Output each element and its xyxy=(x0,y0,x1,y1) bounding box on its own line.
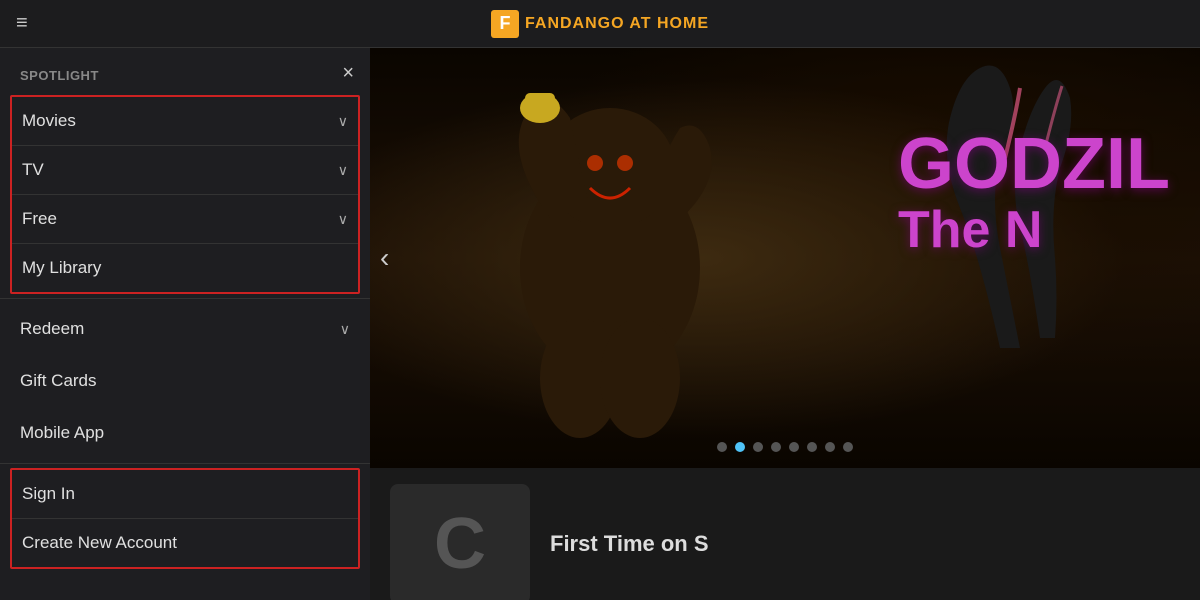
sidebar-item-create-account[interactable]: Create New Account xyxy=(12,518,358,567)
carousel-dots xyxy=(717,442,853,452)
sidebar-divider xyxy=(0,298,370,299)
sidebar: × Spotlight Movies ∨ TV ∨ Free ∨ My Libr… xyxy=(0,48,370,600)
auth-group: Sign In Create New Account xyxy=(10,468,360,569)
top-bar: ≡ F FANDANGO AT HOME xyxy=(0,0,1200,48)
carousel-dot-6[interactable] xyxy=(825,442,835,452)
content-area: GODZIL The N ‹ C First Time on S xyxy=(370,48,1200,600)
hamburger-icon[interactable]: ≡ xyxy=(16,12,28,35)
main-nav-group: Movies ∨ TV ∨ Free ∨ My Library xyxy=(10,95,360,294)
chevron-down-icon: ∨ xyxy=(338,162,348,179)
carousel-dot-2[interactable] xyxy=(753,442,763,452)
sidebar-item-my-library[interactable]: My Library xyxy=(12,243,358,292)
carousel-dot-1[interactable] xyxy=(735,442,745,452)
sidebar-item-movies[interactable]: Movies ∨ xyxy=(12,97,358,145)
hero-title-area: GODZIL The N xyxy=(898,128,1170,260)
carousel-dot-5[interactable] xyxy=(807,442,817,452)
hero-title-line1: GODZIL xyxy=(898,128,1170,200)
hero-title-line2: The N xyxy=(898,200,1170,260)
sidebar-item-gift-cards[interactable]: Gift Cards xyxy=(0,355,370,407)
carousel-dot-3[interactable] xyxy=(771,442,781,452)
main-area: × Spotlight Movies ∨ TV ∨ Free ∨ My Libr… xyxy=(0,48,1200,600)
sidebar-section-label: Spotlight xyxy=(0,48,370,91)
carousel-dot-4[interactable] xyxy=(789,442,799,452)
sidebar-item-tv[interactable]: TV ∨ xyxy=(12,145,358,194)
sidebar-item-sign-in[interactable]: Sign In xyxy=(12,470,358,518)
sidebar-item-mobile-app[interactable]: Mobile App xyxy=(0,407,370,459)
bottom-logo-letter: C xyxy=(434,503,486,585)
bottom-logo: C xyxy=(390,484,530,600)
logo-text: FANDANGO AT HOME xyxy=(525,15,709,33)
sidebar-item-free[interactable]: Free ∨ xyxy=(12,194,358,243)
hero-banner: GODZIL The N ‹ xyxy=(370,48,1200,468)
chevron-down-icon: ∨ xyxy=(340,321,350,338)
close-button[interactable]: × xyxy=(342,62,354,85)
sidebar-divider-2 xyxy=(0,463,370,464)
carousel-dot-0[interactable] xyxy=(717,442,727,452)
carousel-dot-7[interactable] xyxy=(843,442,853,452)
carousel-prev-button[interactable]: ‹ xyxy=(380,242,389,274)
logo-f-box: F xyxy=(491,10,519,38)
chevron-down-icon: ∨ xyxy=(338,211,348,228)
bottom-section: C First Time on S xyxy=(370,468,1200,600)
logo-area: F FANDANGO AT HOME xyxy=(491,10,709,38)
kong-figure xyxy=(450,68,770,448)
bottom-text: First Time on S xyxy=(550,531,709,557)
chevron-down-icon: ∨ xyxy=(338,113,348,130)
sidebar-item-redeem[interactable]: Redeem ∨ xyxy=(0,303,370,355)
